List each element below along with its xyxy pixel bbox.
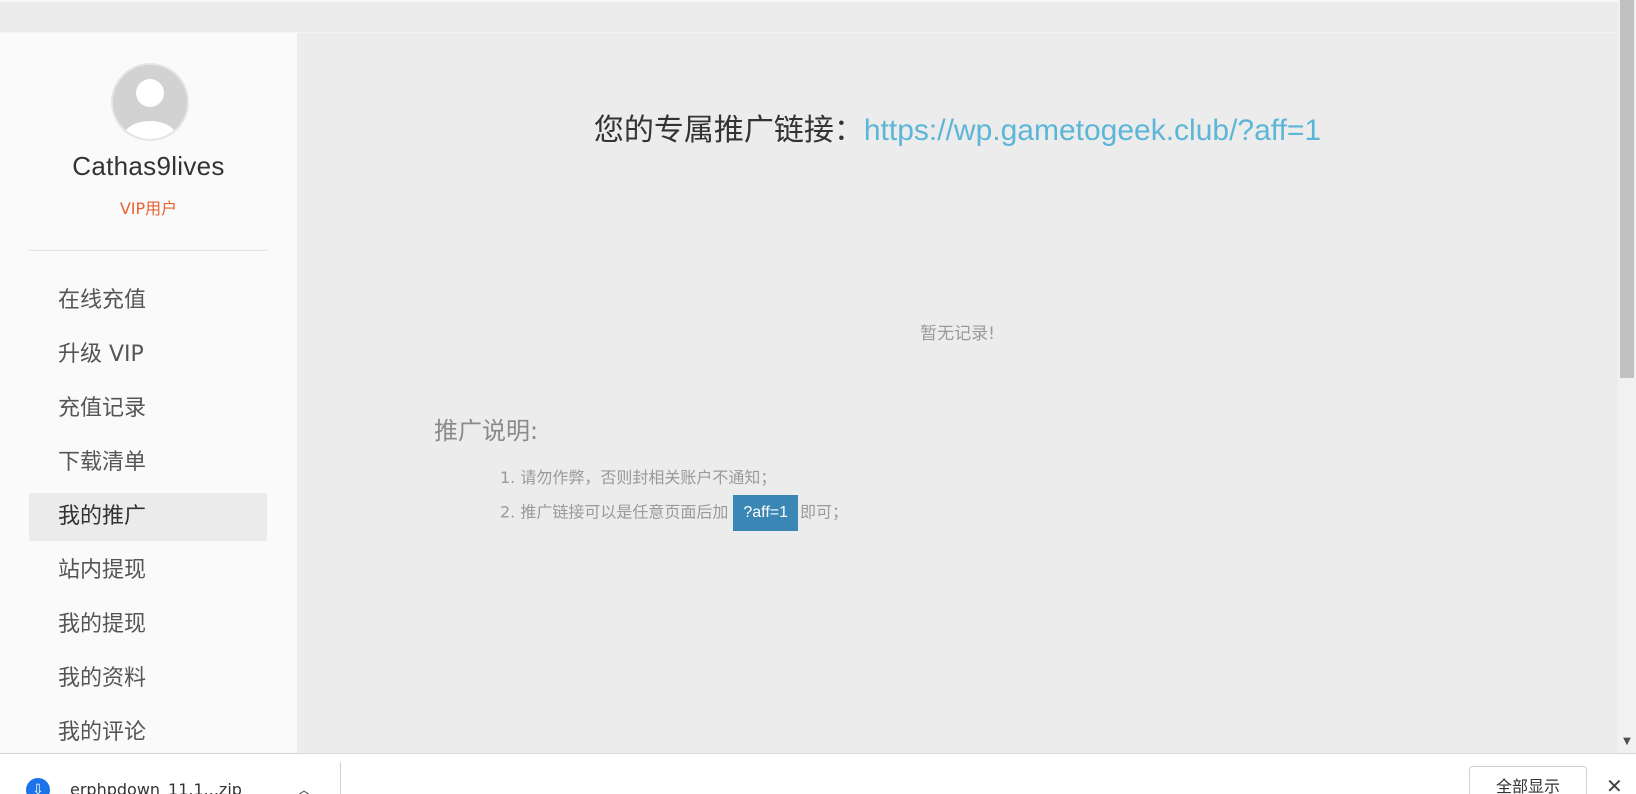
scroll-down-arrow-icon[interactable]: ▼ [1618, 735, 1636, 749]
rule-2-text: 2. 推广链接可以是任意页面后加 [500, 502, 729, 522]
sidebar-item-my-withdrawals[interactable]: 我的提现 [29, 601, 267, 649]
download-bar: ⇩ erphpdown_11.1...zip ︿ 全部显示 ✕ [0, 753, 1636, 794]
user-sidebar: Cathas9lives VIP用户 在线充值 升级 VIP 充值记录 下载清单… [0, 33, 297, 753]
sidebar-item-upgrade-vip[interactable]: 升级 VIP [29, 331, 267, 379]
vertical-scrollbar[interactable]: ▼ [1618, 0, 1636, 753]
scrollbar-thumb[interactable] [1620, 0, 1634, 378]
promotion-rules-title: 推广说明: [434, 417, 539, 445]
promotion-rule-2: 2. 推广链接可以是任意页面后加 ?aff=1 即可； [500, 495, 849, 531]
sidebar-item-recharge[interactable]: 在线充值 [29, 277, 267, 325]
rule-2-suffix: 即可； [800, 502, 849, 522]
top-header-bar [0, 0, 1618, 33]
promotion-panel: 您的专属推广链接：https://wp.gametogeek.club/?aff… [297, 33, 1618, 753]
show-all-downloads-button[interactable]: 全部显示 [1469, 766, 1587, 794]
username: Cathas9lives [72, 151, 225, 181]
download-bar-separator [340, 762, 341, 794]
promotion-rules-list: 1. 请勿作弊，否则封相关账户不通知； 2. 推广链接可以是任意页面后加 ?aff… [500, 461, 849, 531]
sidebar-item-recharge-records[interactable]: 充值记录 [29, 385, 267, 433]
affiliate-link-label: 您的专属推广链接： [593, 113, 864, 148]
aff-code-badge: ?aff=1 [733, 495, 798, 531]
sidebar-item-download-list[interactable]: 下载清单 [29, 439, 267, 487]
affiliate-link-url[interactable]: https://wp.gametogeek.club/?aff=1 [864, 114, 1321, 147]
sidebar-divider [29, 250, 267, 251]
sidebar-menu: 在线充值 升级 VIP 充值记录 下载清单 我的推广 站内提现 我的提现 我的资… [29, 277, 267, 763]
empty-records-note: 暂无记录! [920, 324, 995, 344]
affiliate-link-line: 您的专属推广链接：https://wp.gametogeek.club/?aff… [297, 105, 1618, 149]
download-file-icon: ⇩ [26, 778, 50, 794]
chevron-up-icon[interactable]: ︿ [296, 776, 312, 794]
close-icon[interactable]: ✕ [1606, 774, 1623, 794]
sidebar-item-my-comments[interactable]: 我的评论 [29, 709, 267, 757]
sidebar-item-my-promotion[interactable]: 我的推广 [29, 493, 267, 541]
vip-badge: VIP用户 [119, 199, 178, 218]
avatar[interactable] [111, 63, 189, 141]
user-placeholder-icon [113, 65, 187, 139]
sidebar-item-withdraw[interactable]: 站内提现 [29, 547, 267, 595]
sidebar-item-my-profile[interactable]: 我的资料 [29, 655, 267, 703]
promotion-rule-1: 1. 请勿作弊，否则封相关账户不通知； [500, 468, 777, 487]
download-file-name[interactable]: erphpdown_11.1...zip [70, 780, 242, 794]
